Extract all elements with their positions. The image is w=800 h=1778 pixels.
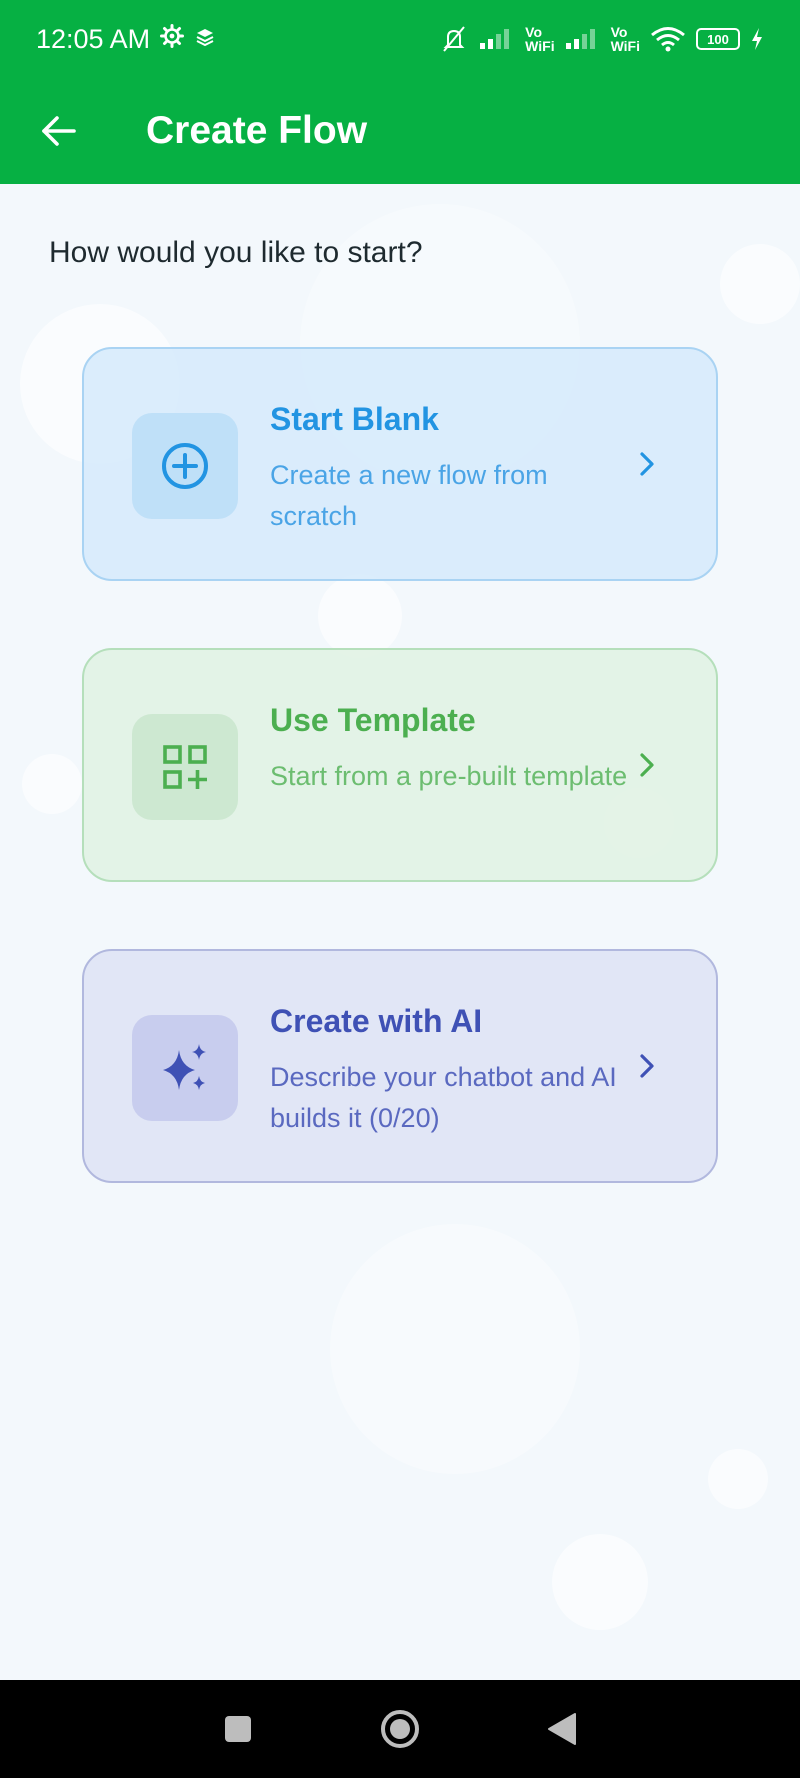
circle-home-icon: [381, 1710, 419, 1748]
battery-level-text: 100: [707, 31, 729, 47]
app-bar: Create Flow: [0, 78, 800, 184]
layers-icon: [194, 24, 216, 55]
chevron-right-icon: [640, 452, 654, 476]
create-with-ai-card[interactable]: Create with AI Describe your chatbot and…: [82, 949, 718, 1183]
card-title: Start Blank: [270, 401, 439, 437]
vowifi-label: Vo WiFi: [525, 24, 555, 54]
back-button[interactable]: [28, 101, 88, 161]
arrow-left-icon: [42, 116, 76, 146]
card-title: Create with AI: [270, 1003, 483, 1039]
status-time: 12:05 AM: [36, 23, 151, 54]
status-right: Vo WiFi Vo WiFi 100: [439, 24, 764, 54]
card-icon-box: [132, 413, 238, 519]
signal-icon: [565, 28, 601, 50]
card-description: Describe your chatbot and AI builds it (…: [270, 1062, 617, 1133]
start-prompt: How would you like to start?: [49, 236, 423, 269]
square-icon: [225, 1716, 251, 1742]
background-bubble: [330, 1224, 580, 1474]
signal-icon: [479, 28, 515, 50]
background-bubble: [708, 1449, 768, 1509]
plus-circle-icon: [162, 443, 208, 489]
background-bubble: [318, 574, 402, 658]
main-content: How would you like to start? Start Blank…: [0, 184, 800, 1680]
status-left: 12:05 AM: [36, 23, 216, 55]
status-bar: 12:05 AM Vo WiFi Vo WiFi 100: [0, 0, 800, 78]
vowifi-label: Vo WiFi: [610, 24, 640, 54]
grid-add-icon: [163, 745, 207, 789]
card-icon-box: [132, 1015, 238, 1121]
background-bubble: [720, 244, 800, 324]
card-description: Create a new flow from scratch: [270, 460, 548, 531]
recents-button[interactable]: [216, 1707, 260, 1751]
page-title: Create Flow: [146, 109, 368, 152]
gear-icon: [160, 23, 185, 55]
use-template-card[interactable]: Use Template Start from a pre-built temp…: [82, 648, 718, 882]
card-title: Use Template: [270, 702, 476, 738]
back-nav-button[interactable]: [540, 1707, 584, 1751]
sparkles-icon: [163, 1044, 206, 1090]
system-nav-bar: [0, 1680, 800, 1778]
wifi-icon: [650, 26, 686, 52]
home-button[interactable]: [378, 1707, 422, 1751]
card-icon-box: [132, 714, 238, 820]
charging-icon: [750, 27, 764, 51]
card-description: Start from a pre-built template: [270, 761, 628, 791]
bell-off-icon: [439, 24, 469, 54]
background-bubble: [552, 1534, 648, 1630]
start-blank-card[interactable]: Start Blank Create a new flow from scrat…: [82, 347, 718, 581]
triangle-back-icon: [548, 1713, 576, 1745]
background-bubble: [22, 754, 82, 814]
chevron-right-icon: [640, 753, 654, 777]
chevron-right-icon: [640, 1054, 654, 1078]
battery-icon: 100: [696, 28, 740, 50]
